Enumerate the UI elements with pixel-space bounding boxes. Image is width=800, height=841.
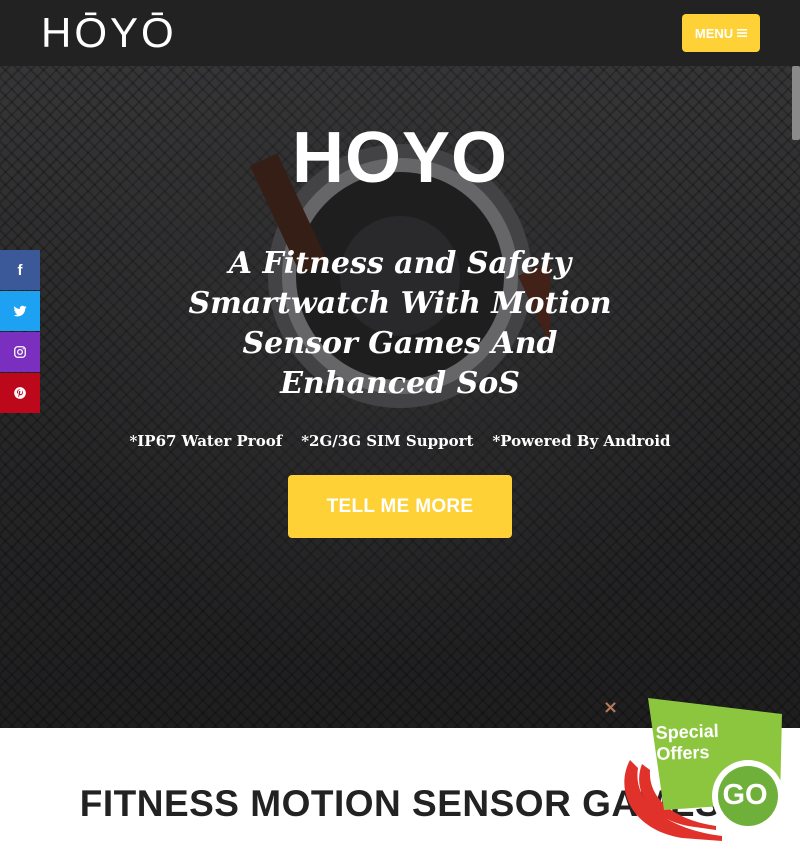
facebook-share-button[interactable]: f [0,250,40,290]
feature-item: *IP67 Water Proof [129,432,283,450]
feature-item: *Powered By Android [492,432,671,450]
feature-item: *2G/3G SIM Support [301,432,474,450]
pinterest-icon [14,387,26,399]
hamburger-icon [737,29,748,37]
hero-title: HOYO [291,118,509,198]
close-offer-icon[interactable]: × [603,699,619,717]
scrollbar-thumb[interactable] [792,66,800,140]
tell-me-more-button[interactable]: TELL ME MORE [288,475,512,538]
social-share-bar: f [0,250,40,414]
go-button[interactable]: GO [710,762,780,828]
feature-list: *IP67 Water Proof *2G/3G SIM Support *Po… [0,432,800,450]
pinterest-share-button[interactable] [0,373,40,413]
twitter-share-button[interactable] [0,291,40,331]
site-header: HŌYŌ MENU [0,0,800,66]
menu-button-label: MENU [694,25,734,41]
twitter-icon [13,305,27,317]
hero-subtitle: A Fitness and Safety Smartwatch With Mot… [188,246,612,401]
special-offers-label: Special Offers [655,720,720,764]
site-logo[interactable]: HŌYŌ [41,8,177,58]
menu-button[interactable]: MENU [682,14,760,52]
instagram-share-button[interactable] [0,332,40,372]
facebook-icon: f [17,261,23,279]
instagram-icon [14,346,26,358]
